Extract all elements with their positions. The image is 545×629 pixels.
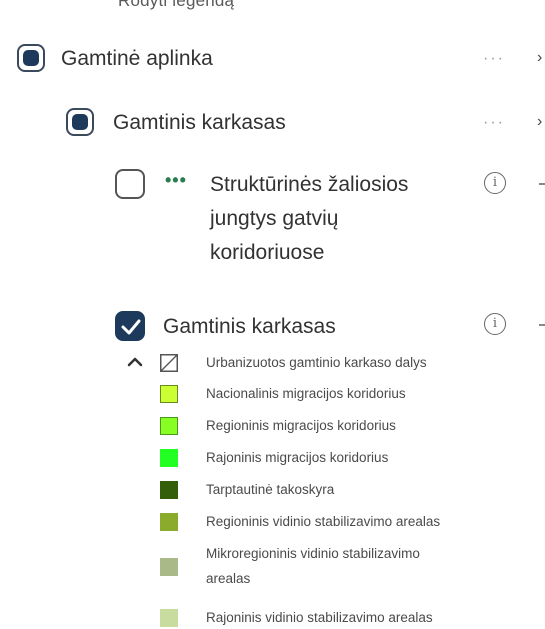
more-options-icon[interactable]: ··· xyxy=(483,50,505,68)
legend-label: Regioninis migracijos koridorius xyxy=(206,418,396,433)
collapse-legend-button[interactable] xyxy=(126,354,146,370)
chevron-right-icon[interactable]: › xyxy=(537,113,542,131)
legend-label-line: arealas xyxy=(206,571,251,586)
expand-indicator-icon[interactable] xyxy=(539,324,545,326)
expand-indicator-icon[interactable] xyxy=(539,183,545,185)
layer-label: Gamtinė aplinka xyxy=(61,47,213,70)
legend-swatch xyxy=(160,558,178,576)
legend-swatch xyxy=(160,449,178,467)
legend-swatch xyxy=(160,417,178,435)
legend-label: Regioninis vidinio stabilizavimo arealas xyxy=(206,514,441,529)
hatched-swatch-icon xyxy=(160,354,178,372)
layer-label-line: jungtys gatvių xyxy=(210,207,339,230)
layer-checkbox[interactable] xyxy=(115,169,145,199)
layer-label-line: Struktūrinės žaliosios xyxy=(210,173,409,196)
legend-toggle-label[interactable]: Rodyti legendą xyxy=(118,0,234,11)
legend-swatch xyxy=(160,513,178,531)
legend-label: Mikroregioninis vidinio stabilizavimo ar… xyxy=(206,541,526,591)
info-icon[interactable]: i xyxy=(484,313,506,335)
layer-label: Gamtinis karkasas xyxy=(163,315,336,338)
layer-checkbox[interactable] xyxy=(66,108,94,136)
checkmark-icon xyxy=(121,319,141,335)
legend-label-line: Mikroregioninis vidinio stabilizavimo xyxy=(206,546,420,561)
chevron-up-icon xyxy=(127,357,143,367)
layer-checkbox[interactable] xyxy=(17,44,45,72)
layer-label: Struktūrinės žaliosios jungtys gatvių ko… xyxy=(210,168,408,270)
legend-swatch xyxy=(160,481,178,499)
legend-swatch xyxy=(160,609,178,627)
legend-swatch xyxy=(160,385,178,403)
legend-label: Rajoninis migracijos koridorius xyxy=(206,450,389,465)
chevron-right-icon[interactable]: › xyxy=(537,49,542,67)
layer-checkbox[interactable] xyxy=(115,311,145,341)
legend-label: Tarptautinė takoskyra xyxy=(206,482,335,497)
legend-label: Nacionalinis migracijos koridorius xyxy=(206,386,406,401)
layer-label: Gamtinis karkasas xyxy=(113,111,286,134)
layer-label-line: koridoriuose xyxy=(210,241,325,264)
drag-handle-icon[interactable]: ••• xyxy=(165,170,187,191)
info-icon[interactable]: i xyxy=(484,172,506,194)
more-options-icon[interactable]: ··· xyxy=(483,114,505,132)
legend-label: Urbanizuotos gamtinio karkaso dalys xyxy=(206,355,427,370)
legend-label: Rajoninis vidinio stabilizavimo arealas xyxy=(206,610,433,625)
